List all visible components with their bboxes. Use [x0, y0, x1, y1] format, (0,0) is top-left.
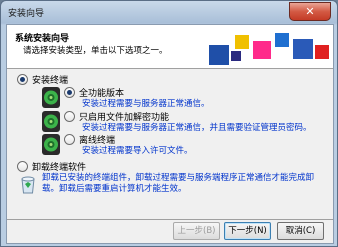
installer-window: 安装向导 ✕ 系统安装向导 请选择安装类型，单击以下选项之一。 安装终端 全功能…	[0, 0, 338, 247]
wizard-header: 系统安装向导 请选择安装类型，单击以下选项之一。	[7, 25, 333, 69]
shield-green-icon	[42, 87, 60, 108]
install-terminal-label: 安装终端	[32, 76, 69, 86]
close-button[interactable]: ✕	[289, 2, 331, 21]
shield-green-icon	[42, 111, 60, 132]
uninstall-terminal-label: 卸载终端软件	[32, 163, 87, 173]
option-desc: 安装过程需要与服务器正常通信。	[82, 99, 210, 109]
window-title: 安装向导	[8, 9, 45, 19]
option-desc: 安装过程需要导入许可文件。	[82, 146, 193, 156]
radio-icon	[17, 161, 28, 172]
title-bar[interactable]: 安装向导 ✕	[1, 1, 337, 23]
uninstall-terminal-radio[interactable]: 卸载终端软件	[17, 160, 86, 173]
radio-icon	[64, 134, 75, 145]
install-terminal-radio[interactable]: 安装终端	[17, 73, 68, 86]
radio-icon	[64, 87, 75, 98]
radio-icon	[64, 111, 75, 122]
cancel-button[interactable]: 取消(C)	[277, 222, 324, 240]
uninstall-desc: 卸载已安装的终端组件，卸载过程需要与服务端程序正常通信才能完成卸载。卸载后需要重…	[42, 173, 315, 194]
option-desc: 安装过程需要与服务器正常通信，并且需要验证管理员密码。	[82, 123, 312, 133]
radio-icon	[17, 74, 28, 85]
recycle-bin-icon	[21, 176, 35, 194]
wizard-title: 系统安装向导	[15, 34, 70, 44]
wizard-subtitle: 请选择安装类型，单击以下选项之一。	[23, 46, 168, 56]
shield-green-icon	[42, 134, 60, 155]
footer-divider	[7, 219, 333, 220]
next-button[interactable]: 下一步(N)	[224, 222, 271, 240]
wizard-client: 系统安装向导 请选择安装类型，单击以下选项之一。 安装终端 全功能版本 安装过程…	[6, 24, 334, 244]
back-button[interactable]: 上一步(B)	[173, 222, 220, 240]
product-logo-icon	[207, 29, 331, 65]
